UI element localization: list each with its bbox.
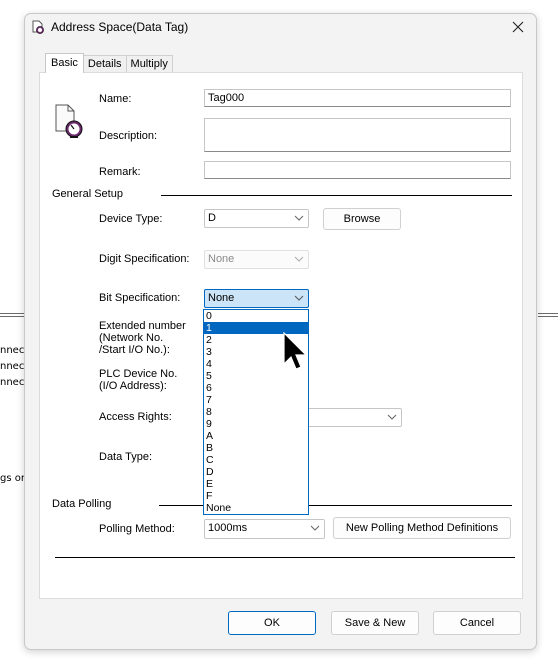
data-polling-heading: Data Polling <box>52 498 112 510</box>
general-setup-divider <box>161 195 512 196</box>
tab-details[interactable]: Details <box>82 55 127 73</box>
polling-method-select[interactable]: 1000ms <box>204 519 325 539</box>
dropdown-option[interactable]: C <box>204 454 308 466</box>
polling-method-label: Polling Method: <box>99 523 175 535</box>
close-icon <box>512 21 524 33</box>
device-type-select[interactable]: D <box>204 209 309 228</box>
new-polling-method-definitions-button[interactable]: New Polling Method Definitions <box>333 517 511 539</box>
chevron-down-icon <box>294 215 304 221</box>
bit-spec-select[interactable]: None <box>204 289 309 308</box>
extended-number-label-1: Extended number <box>99 320 186 332</box>
polling-method-value: 1000ms <box>208 522 248 534</box>
plc-device-label-2: (I/O Address): <box>99 380 167 392</box>
device-type-label: Device Type: <box>99 213 163 225</box>
save-and-new-button[interactable]: Save & New <box>331 611 419 635</box>
background-divider-left <box>0 313 26 317</box>
device-type-value: D <box>208 212 216 224</box>
access-rights-label: Access Rights: <box>99 411 172 423</box>
dialog-title: Address Space(Data Tag) <box>51 20 189 34</box>
general-setup-heading: General Setup <box>52 188 123 200</box>
data-tag-icon <box>32 20 44 34</box>
extended-number-label-3: /Start I/O No.): <box>99 344 170 356</box>
data-type-label: Data Type: <box>99 451 152 463</box>
tab-basic[interactable]: Basic <box>45 53 84 73</box>
dropdown-option[interactable]: A <box>204 430 308 442</box>
chevron-down-icon <box>310 525 320 531</box>
dropdown-option[interactable]: 6 <box>204 382 308 394</box>
digit-spec-value: None <box>208 253 235 265</box>
dropdown-option[interactable]: 8 <box>204 406 308 418</box>
ok-button[interactable]: OK <box>228 611 316 635</box>
digit-spec-label: Digit Specification: <box>99 253 190 265</box>
data-tag-gauge-icon <box>55 104 83 138</box>
remark-label: Remark: <box>99 166 141 178</box>
plc-device-label-1: PLC Device No. <box>99 368 178 380</box>
name-label: Name: <box>99 93 132 105</box>
dropdown-option[interactable]: F <box>204 490 308 502</box>
mouse-cursor-icon <box>283 332 308 370</box>
bottom-divider <box>55 557 515 558</box>
bit-spec-value: None <box>208 292 235 304</box>
chevron-down-icon <box>387 414 397 420</box>
dropdown-option[interactable]: E <box>204 478 308 490</box>
cancel-button[interactable]: Cancel <box>433 611 521 635</box>
dropdown-option[interactable]: 0 <box>204 310 308 322</box>
background-text-fragment: gs or <box>0 473 24 484</box>
dropdown-option[interactable]: B <box>204 442 308 454</box>
background-divider-right <box>538 313 558 317</box>
dropdown-option[interactable]: 7 <box>204 394 308 406</box>
tab-multiply[interactable]: Multiply <box>125 55 173 73</box>
chevron-down-icon <box>294 295 304 301</box>
background-text-fragment: nnect <box>0 361 24 372</box>
title-bar[interactable]: Address Space(Data Tag) <box>25 14 536 42</box>
background-text-fragment: nnect <box>0 345 24 356</box>
dropdown-option[interactable]: D <box>204 466 308 478</box>
name-input[interactable]: Tag000 <box>204 89 511 107</box>
background-text-fragment: nnect <box>0 377 24 388</box>
dropdown-option[interactable]: 9 <box>204 418 308 430</box>
digit-spec-select: None <box>204 250 309 269</box>
browse-button[interactable]: Browse <box>323 208 401 230</box>
description-label: Description: <box>99 130 158 142</box>
bit-spec-label: Bit Specification: <box>99 292 181 304</box>
close-button[interactable] <box>508 17 528 37</box>
remark-input[interactable] <box>204 161 511 179</box>
dropdown-option[interactable]: None <box>204 502 308 514</box>
tab-bar: Basic Details Multiply <box>45 53 173 73</box>
extended-number-label-2: (Network No. <box>99 332 164 344</box>
chevron-down-icon <box>294 256 304 262</box>
description-input[interactable] <box>204 118 511 152</box>
